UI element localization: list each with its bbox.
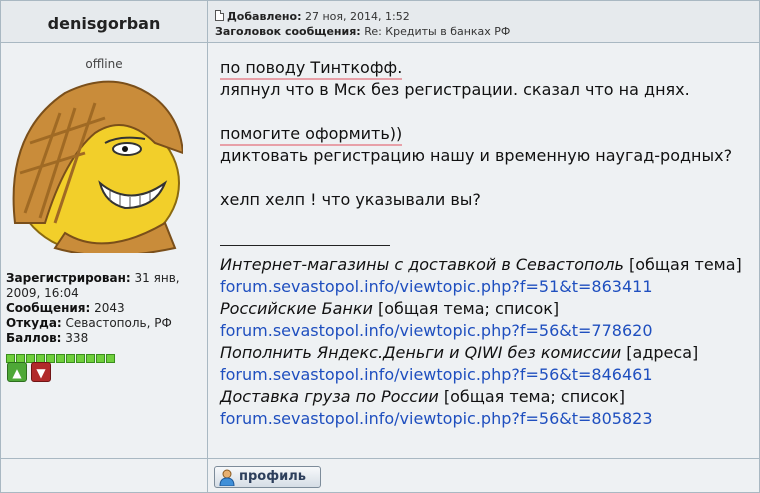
reputation-segment <box>66 354 75 363</box>
added-value: 27 ноя, 2014, 1:52 <box>305 10 410 23</box>
points-value: 338 <box>65 331 89 345</box>
author-name[interactable]: denisgorban <box>1 14 207 33</box>
signature-title: Доставка груза по России <box>220 387 439 406</box>
online-status: offline <box>85 57 123 71</box>
signature: Интернет-магазины с доставкой в Севастоп… <box>220 254 750 430</box>
author-details: Зарегистрирован: 31 янв, 2009, 16:04 Соо… <box>6 271 202 346</box>
signature-link[interactable]: forum.sevastopol.info/viewtopic.php?f=51… <box>220 277 653 296</box>
message-body: по поводу Тинткофф. ляпнул что в Мск без… <box>220 57 750 430</box>
message-line: помогите оформить)) <box>220 124 403 146</box>
reputation-segment <box>106 354 115 363</box>
post-subject-line: Заголовок сообщения: Re: Кредиты в банка… <box>215 25 510 38</box>
signature-link[interactable]: forum.sevastopol.info/viewtopic.php?f=56… <box>220 409 653 428</box>
forum-post: denisgorban Добавлено: 27 ноя, 2014, 1:5… <box>0 0 760 493</box>
posts-label: Сообщения: <box>6 301 91 315</box>
reputation-segment <box>86 354 95 363</box>
posts-value: 2043 <box>94 301 125 315</box>
message-line: диктовать регистрацию нашу и временную н… <box>220 146 733 165</box>
location-label: Откуда: <box>6 316 62 330</box>
author-header: denisgorban <box>1 1 207 42</box>
post-date-line: Добавлено: 27 ноя, 2014, 1:52 <box>215 10 410 23</box>
divider <box>1 42 759 43</box>
reputation-bar <box>6 348 116 363</box>
post-header: Добавлено: 27 ноя, 2014, 1:52 Заголовок … <box>208 1 759 42</box>
thumbs-down-icon[interactable]: ▼ <box>31 362 51 382</box>
message-line: хелп хелп ! что указывали вы? <box>220 190 481 209</box>
reputation-segment <box>96 354 105 363</box>
profile-button[interactable]: профиль <box>214 466 321 488</box>
signature-title: Российские Банки <box>220 299 373 318</box>
signature-title: Пополнить Яндекс.Деньги и QIWI без комис… <box>220 343 622 362</box>
signature-separator <box>220 245 390 246</box>
post-link-icon[interactable] <box>215 10 224 21</box>
subject-value: Re: Кредиты в банках РФ <box>364 25 511 38</box>
divider <box>1 458 759 459</box>
signature-title: Интернет-магазины с доставкой в Севастоп… <box>220 255 624 274</box>
location-value: Севастополь, РФ <box>65 316 172 330</box>
avatar <box>12 80 183 253</box>
registered-label: Зарегистрирован: <box>6 271 131 285</box>
reputation-segment <box>76 354 85 363</box>
reputation-segment <box>56 354 65 363</box>
column-divider <box>207 1 208 492</box>
user-icon <box>219 469 235 486</box>
added-label: Добавлено: <box>227 10 302 23</box>
points-label: Баллов: <box>6 331 62 345</box>
signature-tag: [общая тема; список] <box>378 299 560 318</box>
thumbs-up-icon[interactable]: ▲ <box>7 362 27 382</box>
signature-link[interactable]: forum.sevastopol.info/viewtopic.php?f=56… <box>220 365 653 384</box>
signature-tag: [адреса] <box>626 343 699 362</box>
message-line: по поводу Тинткофф. <box>220 58 403 80</box>
signature-link[interactable]: forum.sevastopol.info/viewtopic.php?f=56… <box>220 321 653 340</box>
signature-tag: [общая тема] <box>629 255 742 274</box>
signature-tag: [общая тема; список] <box>443 387 626 406</box>
message-line: ляпнул что в Мск без регистрации. сказал… <box>220 80 690 99</box>
profile-button-label: профиль <box>239 469 306 484</box>
subject-label: Заголовок сообщения: <box>215 25 361 38</box>
